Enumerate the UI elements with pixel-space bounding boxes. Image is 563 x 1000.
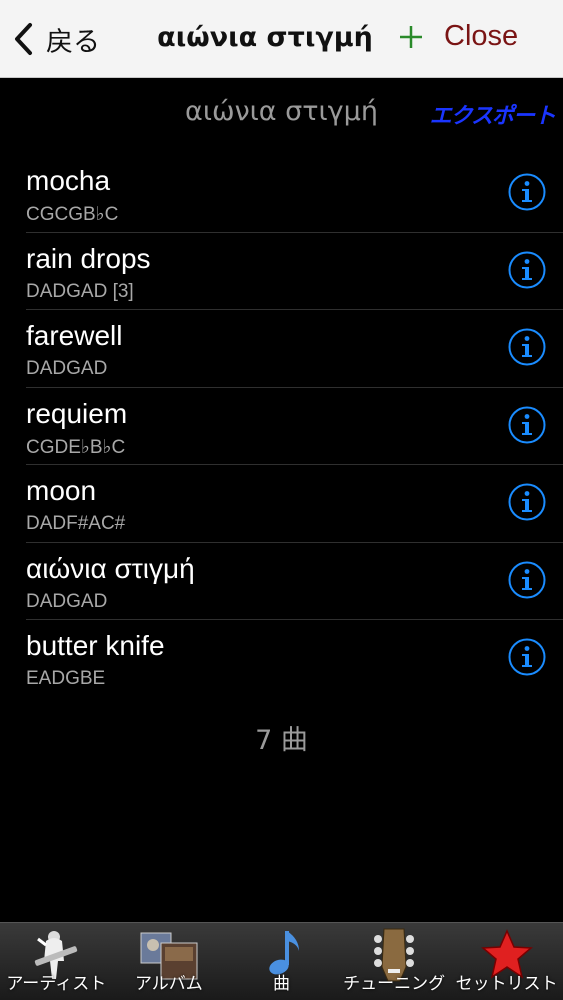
song-tuning: DADGAD [3] [26, 280, 134, 302]
info-icon[interactable] [507, 405, 547, 445]
song-tuning: EADGBE [26, 668, 106, 689]
close-button[interactable]: Close [444, 20, 518, 53]
song-tuning: CGCGB♭C [26, 204, 119, 225]
tab-setlist[interactable]: セットリスト [450, 923, 563, 1000]
song-count: 7 曲 [255, 725, 308, 756]
tab-bar: アーティスト アルバム 曲 チューニング セットリスト [0, 922, 563, 1000]
song-title: requiem [26, 397, 128, 429]
song-tuning: DADGAD [26, 358, 108, 379]
back-label: 戻る [46, 26, 100, 58]
song-row[interactable]: αιώνια στιγμή DADGAD [26, 543, 563, 620]
song-row[interactable]: butter knife EADGBE [26, 620, 563, 698]
song-tuning: CGDE♭B♭C [26, 436, 126, 458]
info-icon[interactable] [507, 327, 547, 367]
song-row[interactable]: mocha CGCGB♭C [26, 155, 563, 233]
song-title: moon [26, 475, 97, 506]
export-button[interactable]: エクスポート [430, 98, 556, 130]
page-title: αιώνια στιγμή [157, 22, 373, 53]
chevron-left-icon [15, 23, 32, 55]
tab-songs-label: 曲 [272, 974, 290, 994]
song-tuning: DADGAD [26, 590, 108, 612]
tab-tuning[interactable]: チューニング [338, 923, 451, 1000]
tab-artist-label: アーティスト [6, 974, 107, 994]
tab-setlist-label: セットリスト [455, 974, 558, 994]
back-button[interactable]: 戻る [12, 18, 100, 60]
song-row[interactable]: requiem CGDE♭B♭C [26, 388, 563, 465]
song-row[interactable]: farewell DADGAD [26, 310, 563, 388]
info-icon[interactable] [507, 637, 547, 677]
song-row[interactable]: moon DADF#AC# [26, 465, 563, 543]
info-icon[interactable] [507, 172, 547, 212]
tab-album-label: アルバム [134, 974, 203, 994]
song-title: αιώνια στιγμή [26, 552, 195, 584]
info-icon[interactable] [507, 482, 547, 522]
tab-tuning-label: チューニング [343, 974, 446, 994]
song-tuning: DADF#AC# [26, 513, 126, 534]
info-icon[interactable] [507, 250, 547, 290]
song-title: butter knife [26, 630, 165, 661]
song-title: mocha [26, 165, 111, 196]
navigation-bar: 戻る αιώνια στιγμή Close [0, 0, 563, 78]
tab-songs[interactable]: 曲 [225, 923, 338, 1000]
song-title: rain drops [26, 242, 151, 274]
info-icon[interactable] [507, 560, 547, 600]
tab-artist[interactable]: アーティスト [0, 923, 113, 1000]
song-row[interactable]: rain drops DADGAD [3] [26, 233, 563, 310]
song-list: mocha CGCGB♭C rain drops DADGAD [3] farewell… [0, 155, 563, 698]
song-title: farewell [26, 320, 123, 351]
add-icon[interactable] [398, 24, 424, 50]
tab-album[interactable]: アルバム [113, 923, 226, 1000]
